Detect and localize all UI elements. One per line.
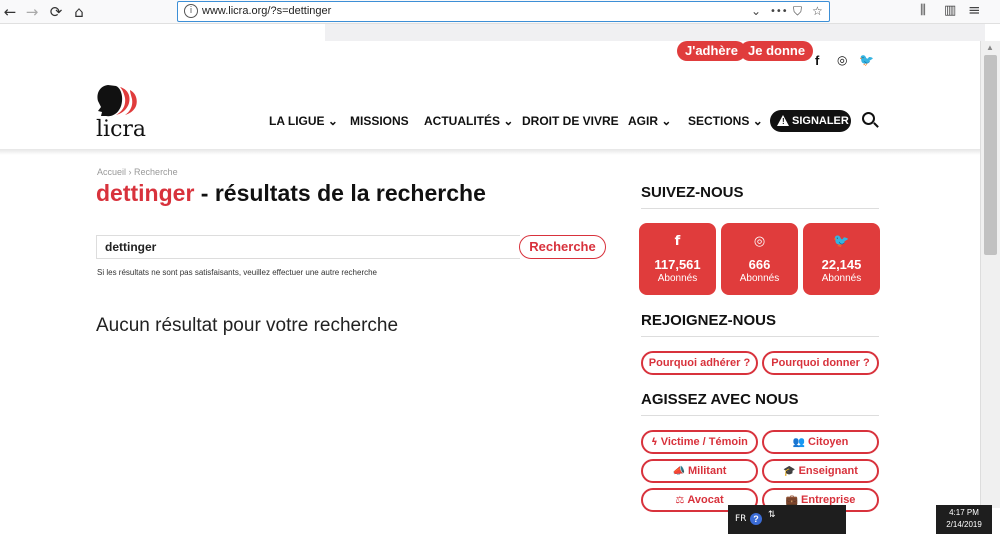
nav-actualites[interactable]: ACTUALITÉS ⌄ — [424, 114, 513, 128]
search-input[interactable]: dettinger — [96, 235, 520, 259]
page-title: dettinger - résultats de la recherche — [96, 180, 486, 207]
breadcrumb-separator: › — [128, 167, 132, 177]
twitter-icon: 🐦 — [833, 234, 850, 249]
button-label: Victime / Témoin — [660, 436, 748, 448]
web-page: J'adhère Je donne f ◎ 🐦 licra LA LIGUE ⌄… — [0, 41, 980, 538]
header-divider — [0, 149, 980, 155]
instagram-card[interactable]: ◎ 666 Abonnés — [721, 223, 798, 295]
signaler-button[interactable]: ! SIGNALER — [770, 110, 851, 132]
breadcrumb-current: Recherche — [134, 167, 178, 177]
no-result-message: Aucun résultat pour votre recherche — [96, 315, 399, 336]
join-heading: REJOIGNEZ-NOUS — [641, 312, 777, 329]
follower-label: Abonnés — [821, 273, 862, 284]
button-label: Citoyen — [808, 436, 849, 448]
pocket-icon[interactable]: ⛉ — [793, 4, 802, 19]
scales-icon: ⚖ — [675, 495, 685, 506]
title-text: - résultats de la recherche — [194, 180, 486, 206]
divider — [641, 208, 879, 209]
search-icon[interactable] — [862, 112, 875, 125]
home-icon[interactable]: ⌂ — [69, 2, 89, 22]
signaler-label: SIGNALER — [792, 115, 849, 127]
scroll-thumb[interactable] — [984, 55, 997, 255]
follower-count: 666 — [748, 257, 771, 272]
url-dropdown-icon[interactable]: ⌄ — [751, 4, 761, 18]
follower-count: 117,561 — [654, 257, 701, 272]
info-icon[interactable]: i — [184, 4, 198, 18]
clock-date: 2/14/2019 — [946, 520, 982, 529]
nav-sections[interactable]: SECTIONS ⌄ — [688, 114, 763, 128]
system-clock[interactable]: 4:17 PM 2/14/2019 — [936, 505, 992, 534]
network-icon[interactable]: ⇅ — [768, 510, 776, 520]
warning-icon: ! — [777, 115, 789, 126]
menu-icon[interactable]: ≡ — [968, 1, 981, 19]
system-tray: FR ? ⇅ — [728, 505, 846, 534]
twitter-card[interactable]: 🐦 22,145 Abonnés — [803, 223, 880, 295]
instagram-icon[interactable]: ◎ — [837, 53, 847, 67]
instagram-icon: ◎ — [753, 234, 766, 249]
nav-la-ligue[interactable]: LA LIGUE ⌄ — [269, 114, 338, 128]
licra-logo-text[interactable]: licra — [96, 117, 146, 142]
why-join-button[interactable]: Pourquoi adhérer ? — [641, 351, 758, 375]
back-arrow-icon[interactable]: ← — [0, 2, 20, 22]
button-label: Avocat — [687, 494, 724, 506]
help-icon[interactable]: ? — [750, 513, 762, 525]
donate-button[interactable]: Je donne — [740, 41, 814, 61]
chevron-down-icon: ⌄ — [661, 114, 672, 128]
follower-label: Abonnés — [739, 273, 780, 284]
chevron-down-icon: ⌄ — [503, 114, 514, 128]
nav-droit-de-vivre[interactable]: DROIT DE VIVRE — [522, 114, 619, 128]
button-label: Militant — [687, 465, 727, 477]
facebook-icon[interactable]: f — [815, 53, 819, 68]
follow-heading: SUIVEZ-NOUS — [641, 184, 744, 201]
toolbar-strip — [325, 24, 985, 41]
language-indicator[interactable]: FR — [735, 514, 746, 524]
adhere-button[interactable]: J'adhère — [677, 41, 746, 61]
breadcrumb-home[interactable]: Accueil — [97, 167, 126, 177]
follower-count: 22,145 — [821, 257, 862, 272]
users-icon: 👥 — [792, 437, 806, 448]
bookmark-star-icon[interactable]: ☆ — [812, 4, 823, 18]
nav-missions[interactable]: MISSIONS — [350, 114, 409, 128]
search-button[interactable]: Recherche — [519, 235, 606, 259]
divider — [641, 336, 879, 337]
breadcrumb: Accueil › Recherche — [97, 167, 178, 177]
nav-agir[interactable]: AGIR ⌄ — [628, 114, 671, 128]
reload-icon[interactable]: ⟳ — [46, 2, 66, 22]
act-heading: AGISSEZ AVEC NOUS — [641, 391, 799, 408]
library-icon[interactable]: ⫼ — [920, 3, 926, 18]
victim-witness-button[interactable]: ϟ Victime / Témoin — [641, 430, 758, 454]
chevron-down-icon: ⌄ — [752, 114, 763, 128]
address-bar[interactable]: i www.licra.org/?s=dettinger ⌄ ••• ⛉ ☆ — [177, 1, 830, 22]
facebook-card[interactable]: f 117,561 Abonnés — [639, 223, 716, 295]
sidebar-icon[interactable]: ▥ — [944, 3, 956, 18]
why-donate-button[interactable]: Pourquoi donner ? — [762, 351, 879, 375]
lightning-icon: ϟ — [651, 437, 658, 448]
graduation-cap-icon: 🎓 — [783, 466, 796, 477]
clock-time: 4:17 PM — [949, 508, 979, 517]
scroll-up-icon[interactable]: ▲ — [986, 43, 994, 52]
citizen-button[interactable]: 👥 Citoyen — [762, 430, 879, 454]
page-actions-icon[interactable]: ••• — [770, 6, 788, 17]
search-hint: Si les résultats ne sont pas satisfaisan… — [97, 268, 378, 277]
facebook-icon: f — [674, 234, 681, 249]
chevron-down-icon: ⌄ — [327, 114, 338, 128]
twitter-icon[interactable]: 🐦 — [859, 53, 874, 67]
forward-arrow-icon[interactable]: → — [22, 2, 42, 22]
button-label: Enseignant — [798, 465, 858, 477]
vertical-scrollbar[interactable]: ▲ — [980, 41, 1000, 508]
teacher-button[interactable]: 🎓 Enseignant — [762, 459, 879, 483]
follower-label: Abonnés — [657, 273, 698, 284]
activist-button[interactable]: 📣 Militant — [641, 459, 758, 483]
search-term: dettinger — [96, 180, 195, 206]
browser-toolbar: ← → ⟳ ⌂ i www.licra.org/?s=dettinger ⌄ •… — [0, 0, 1000, 24]
url-text[interactable]: www.licra.org/?s=dettinger — [202, 5, 331, 17]
divider — [641, 415, 879, 416]
megaphone-icon: 📣 — [672, 466, 685, 477]
